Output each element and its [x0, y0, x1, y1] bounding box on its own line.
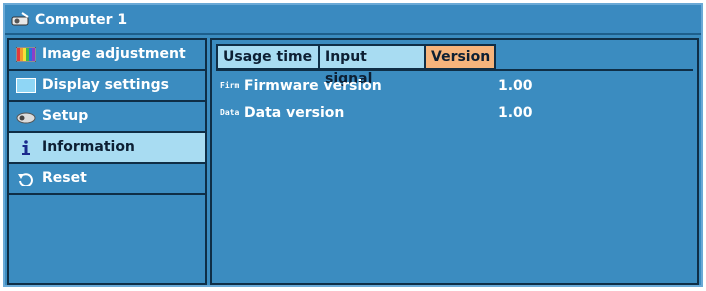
- firmware-version-label: Firmware version: [244, 78, 382, 94]
- data-version-label: Data version: [244, 105, 345, 121]
- tab-divider: [216, 69, 693, 71]
- sidebar-item-reset[interactable]: Reset: [9, 164, 205, 195]
- color-palette-icon: [16, 47, 36, 62]
- sidebar: Image adjustment Display settings Setup …: [7, 38, 207, 285]
- sidebar-item-label: Reset: [42, 170, 87, 186]
- projector-icon: [11, 12, 29, 26]
- sidebar-item-display-settings[interactable]: Display settings: [9, 71, 205, 102]
- firmware-version-value: 1.00: [498, 78, 533, 94]
- reset-arrow-icon: [18, 173, 33, 186]
- content-panel: Usage time Input signal Version Firm Fir…: [210, 38, 699, 285]
- firmware-icon: Firm: [220, 81, 240, 90]
- sidebar-item-setup[interactable]: Setup: [9, 102, 205, 133]
- info-icon: [22, 140, 30, 155]
- sidebar-item-label: Setup: [42, 108, 89, 124]
- data-version-row: Data Data version 1.00: [220, 103, 690, 123]
- menu-window: Computer 1 Image adjustment Display sett…: [3, 3, 703, 287]
- window-title: Computer 1: [35, 12, 128, 28]
- data-icon: Data: [220, 108, 240, 117]
- sidebar-item-label: Information: [42, 139, 135, 155]
- display-screen-icon: [16, 78, 36, 93]
- sidebar-item-information[interactable]: Information: [9, 133, 205, 164]
- projector-setup-icon: [16, 112, 36, 124]
- sidebar-item-label: Image adjustment: [42, 46, 186, 62]
- tab-version[interactable]: Version: [424, 44, 496, 70]
- sidebar-item-label: Display settings: [42, 77, 169, 93]
- tab-input-signal[interactable]: Input signal: [318, 44, 426, 87]
- sidebar-item-image-adjustment[interactable]: Image adjustment: [9, 40, 205, 71]
- title-bar: Computer 1: [5, 5, 701, 35]
- data-version-value: 1.00: [498, 105, 533, 121]
- tab-usage-time[interactable]: Usage time: [216, 44, 320, 70]
- firmware-version-row: Firm Firmware version 1.00: [220, 76, 690, 96]
